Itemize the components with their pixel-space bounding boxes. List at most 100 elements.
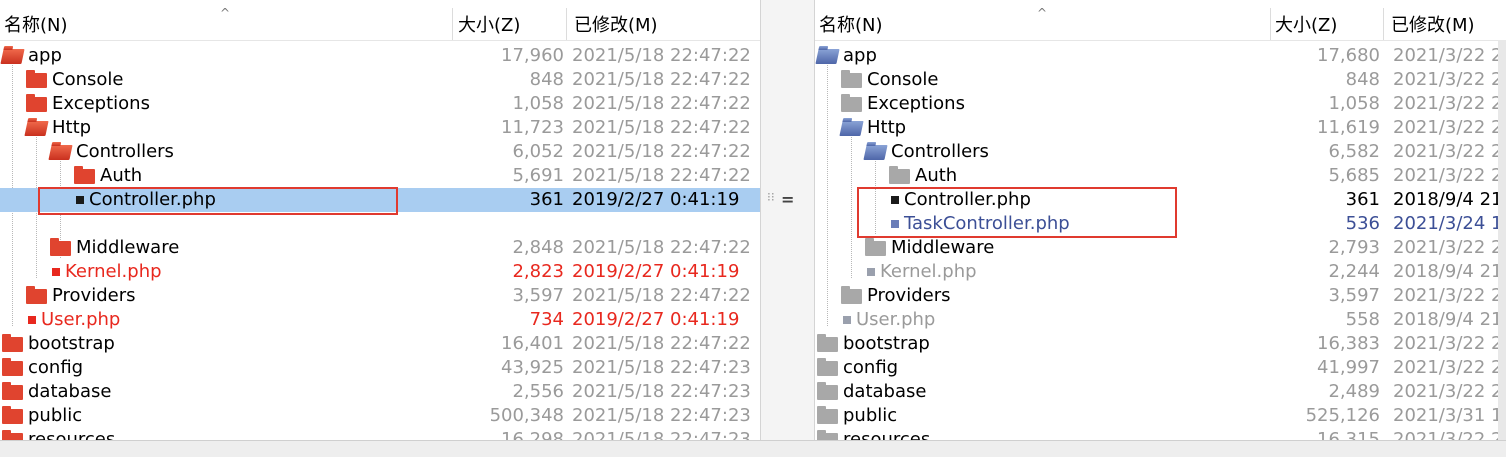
right-column-header: ^ 名称(N) 大小(Z) 已修改(M): [815, 0, 1506, 41]
pane-divider[interactable]: ⁝⁝ =: [760, 0, 815, 440]
row-name: app: [28, 45, 62, 66]
row-date: 2021/5/18 22:47:22: [572, 333, 751, 354]
tree-row-folder[interactable]: database 2,556 2021/5/18 22:47:23: [0, 380, 760, 404]
tree-row-folder[interactable]: Providers 3,597 2021/3/22 23: [815, 284, 1506, 308]
column-modified-header[interactable]: 已修改(M): [1391, 14, 1475, 38]
tree-row-folder[interactable]: Middleware 2,848 2021/5/18 22:47:22: [0, 236, 760, 260]
row-name: User.php: [41, 309, 121, 330]
row-date: 2018/9/4 21:1: [1393, 189, 1506, 210]
left-file-pane[interactable]: ^ 名称(N) 大小(Z) 已修改(M) app 17,960 2021/5/1…: [0, 0, 760, 440]
tree-row-folder[interactable]: resources 16,298 2021/5/18 22:47:23: [0, 428, 760, 440]
row-date: 2021/5/18 22:47:22: [572, 165, 751, 186]
row-date: 2021/3/22 23: [1393, 333, 1506, 354]
row-date: 2021/3/22 23: [1393, 285, 1506, 306]
tree-row-folder[interactable]: Controllers 6,582 2021/3/22 23: [815, 140, 1506, 164]
row-size: 361: [1345, 189, 1380, 210]
tree-row-folder[interactable]: Auth 5,685 2021/3/22 23: [815, 164, 1506, 188]
row-size: 5,691: [512, 165, 564, 186]
row-size: 525,126: [1305, 405, 1380, 426]
tree-row-folder[interactable]: config 43,925 2021/5/18 22:47:23: [0, 356, 760, 380]
folder-icon: [26, 285, 47, 304]
tree-row-folder[interactable]: Http 11,619 2021/3/22 23: [815, 116, 1506, 140]
folder-icon: [2, 357, 23, 376]
row-name: Middleware: [891, 237, 995, 258]
tree-row-folder[interactable]: resources 16,315 2021/3/22 23: [815, 428, 1506, 440]
row-name: Providers: [867, 285, 951, 306]
tree-row-folder[interactable]: Console 848 2021/3/22 23: [815, 68, 1506, 92]
tree-row-folder[interactable]: app 17,680 2021/3/22 23: [815, 44, 1506, 68]
row-size: 6,582: [1328, 141, 1380, 162]
tree-row-folder[interactable]: Console 848 2021/5/18 22:47:22: [0, 68, 760, 92]
row-size: 536: [1345, 213, 1380, 234]
compare-status-icon: ⁝⁝: [767, 190, 775, 204]
highlight-box: [857, 187, 1177, 238]
tree-row-folder[interactable]: Exceptions 1,058 2021/5/18 22:47:22: [0, 92, 760, 116]
row-name: Http: [867, 117, 907, 138]
tree-row-folder[interactable]: public 500,348 2021/5/18 22:47:23: [0, 404, 760, 428]
column-size-header[interactable]: 大小(Z): [458, 14, 520, 38]
row-name: Controllers: [76, 141, 174, 162]
vertical-scrollbar[interactable]: [1498, 40, 1506, 440]
folder-icon: [817, 381, 838, 400]
row-size: 361: [529, 189, 564, 210]
row-name: Auth: [100, 165, 143, 186]
tree-row-file[interactable]: User.php 558 2018/9/4 21:1: [815, 308, 1506, 332]
folder-icon: [74, 165, 95, 184]
folder-icon: [817, 429, 838, 440]
tree-row-folder[interactable]: database 2,489 2021/3/22 23: [815, 380, 1506, 404]
highlight-box: [38, 187, 398, 215]
folder-icon: [817, 333, 838, 352]
folder-icon: [817, 357, 838, 376]
folder-icon: [841, 285, 862, 304]
tree-row-file[interactable]: Kernel.php 2,244 2018/9/4 21:1: [815, 260, 1506, 284]
tree-row-folder[interactable]: Providers 3,597 2021/5/18 22:47:22: [0, 284, 760, 308]
row-size: 17,680: [1317, 45, 1380, 66]
folder-icon: [50, 237, 71, 256]
row-date: 2021/3/22 23: [1393, 141, 1506, 162]
row-size: 1,058: [512, 93, 564, 114]
row-size: 2,823: [512, 261, 564, 282]
folder-open-icon: [0, 48, 25, 64]
row-name: Http: [52, 117, 92, 138]
column-name-header[interactable]: 名称(N): [819, 14, 883, 38]
folder-icon: [2, 333, 23, 352]
tree-row-file[interactable]: User.php 734 2019/2/27 0:41:19: [0, 308, 760, 332]
row-date: 2021/5/18 22:47:23: [572, 381, 751, 402]
row-size: 6,052: [512, 141, 564, 162]
row-date: 2021/5/18 22:47:22: [572, 69, 751, 90]
tree-row-folder[interactable]: Controllers 6,052 2021/5/18 22:47:22: [0, 140, 760, 164]
row-name: Exceptions: [867, 93, 965, 114]
tree-row-folder[interactable]: bootstrap 16,383 2021/3/22 23: [815, 332, 1506, 356]
file-icon: [843, 316, 851, 324]
folder-icon: [865, 237, 886, 256]
tree-row-folder[interactable]: public 525,126 2021/3/31 16: [815, 404, 1506, 428]
tree-row-folder[interactable]: app 17,960 2021/5/18 22:47:22: [0, 44, 760, 68]
row-size: 500,348: [489, 405, 564, 426]
row-date: 2019/2/27 0:41:19: [572, 309, 740, 330]
row-name: Exceptions: [52, 93, 150, 114]
tree-row-folder[interactable]: Middleware 2,793 2021/3/22 23: [815, 236, 1506, 260]
column-size-header[interactable]: 大小(Z): [1275, 14, 1337, 38]
row-size: 16,401: [501, 333, 564, 354]
row-name: config: [843, 357, 899, 378]
tree-row-folder[interactable]: config 41,997 2021/3/22 23: [815, 356, 1506, 380]
column-name-header[interactable]: 名称(N): [4, 14, 68, 38]
tree-row-file[interactable]: Kernel.php 2,823 2019/2/27 0:41:19: [0, 260, 760, 284]
folder-icon: [817, 405, 838, 424]
row-date: 2021/3/22 23: [1393, 429, 1506, 440]
right-file-pane[interactable]: ^ 名称(N) 大小(Z) 已修改(M) app 17,680 2021/3/2…: [815, 0, 1506, 440]
row-name: User.php: [856, 309, 936, 330]
sort-asc-icon: ^: [1037, 6, 1048, 20]
status-bar: [0, 440, 1506, 457]
tree-row-folder[interactable]: Auth 5,691 2021/5/18 22:47:22: [0, 164, 760, 188]
row-size: 558: [1345, 309, 1380, 330]
tree-row-folder[interactable]: bootstrap 16,401 2021/5/18 22:47:22: [0, 332, 760, 356]
tree-row-folder[interactable]: Exceptions 1,058 2021/3/22 23: [815, 92, 1506, 116]
row-date: 2021/3/22 23: [1393, 357, 1506, 378]
row-name: Kernel.php: [880, 261, 977, 282]
row-size: 2,848: [512, 237, 564, 258]
row-date: 2021/5/18 22:47:23: [572, 429, 751, 440]
column-modified-header[interactable]: 已修改(M): [574, 14, 658, 38]
row-name: resources: [843, 429, 931, 440]
tree-row-folder[interactable]: Http 11,723 2021/5/18 22:47:22: [0, 116, 760, 140]
